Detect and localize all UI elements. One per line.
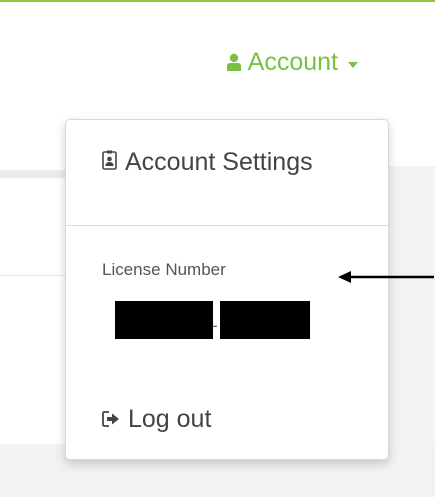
- caret-down-icon: [348, 61, 358, 68]
- account-settings-label: Account Settings: [125, 148, 313, 176]
- page-band: [0, 170, 66, 178]
- account-dropdown: Account Settings License Number - Log ou…: [65, 119, 389, 460]
- top-accent-bar: [0, 0, 435, 2]
- user-icon: [226, 53, 242, 72]
- id-badge-icon: [102, 148, 117, 177]
- account-menu-toggle[interactable]: Account: [226, 48, 358, 77]
- account-label: Account: [247, 48, 338, 76]
- sign-out-icon: [102, 405, 120, 434]
- account-settings-item[interactable]: Account Settings: [102, 148, 313, 177]
- redacted-license-part: [220, 301, 310, 339]
- annotation-arrow: [338, 271, 434, 283]
- license-separator: -: [212, 316, 218, 335]
- license-number-label: License Number: [102, 260, 226, 279]
- page-divider: [0, 275, 66, 276]
- menu-divider: [66, 225, 388, 226]
- logout-label: Log out: [128, 405, 212, 433]
- logout-item[interactable]: Log out: [102, 405, 211, 434]
- redacted-license-part: [115, 301, 213, 339]
